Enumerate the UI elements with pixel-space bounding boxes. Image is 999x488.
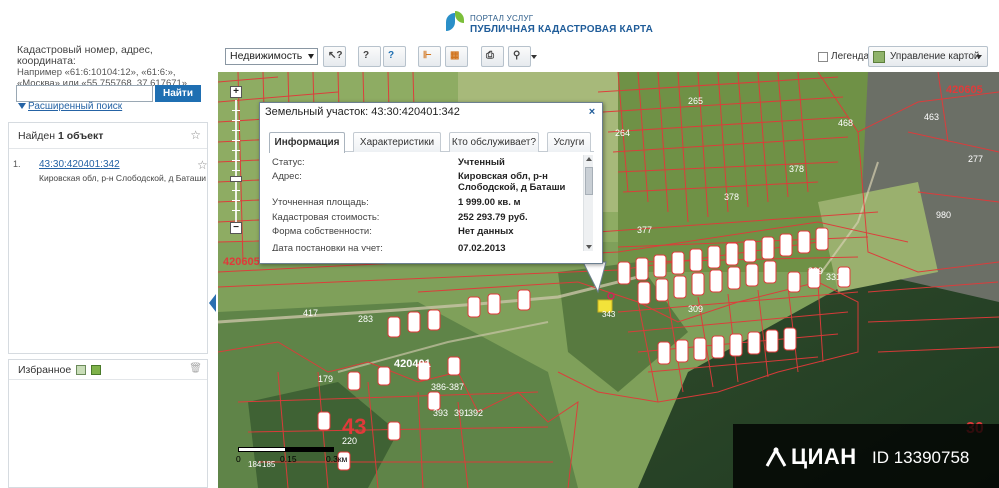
- cian-logo-icon: [765, 446, 787, 467]
- ruler-icon: ⊩: [423, 50, 432, 61]
- advanced-search-link[interactable]: Расширенный поиск: [18, 101, 122, 112]
- collapse-panel-icon[interactable]: [209, 294, 216, 312]
- favorites-label: Избранное: [18, 364, 72, 376]
- parcel-number: 393: [433, 408, 449, 418]
- popup-body: Статус: Учтенный Адрес: Кировская обл, р-н…: [272, 157, 566, 251]
- cursor-question-icon: ↖?: [328, 50, 343, 61]
- parcel-info-popup: Земельный участок: 43:30:420401:342 × Ин…: [259, 102, 603, 264]
- area-icon: ▦: [450, 50, 460, 61]
- favorites-export-icon[interactable]: [91, 365, 102, 376]
- popup-tabs: Информация Характеристики Кто обслуживае…: [269, 132, 594, 153]
- popup-scrollbar[interactable]: [583, 155, 593, 251]
- area-tool-button[interactable]: ▦: [445, 46, 468, 67]
- tab-information[interactable]: Информация: [269, 132, 345, 153]
- favorites-add-icon[interactable]: [76, 365, 87, 376]
- parcel-number: 309: [688, 304, 704, 314]
- legend-label: Легенда: [831, 51, 870, 62]
- result-number: 1.: [13, 159, 21, 169]
- tab-services[interactable]: Услуги: [547, 132, 591, 152]
- tab-characteristics[interactable]: Характеристики: [353, 132, 441, 152]
- result-cadastral-link[interactable]: 43:30:420401:342: [39, 159, 120, 170]
- favorites-header: Избранное 🗑: [9, 360, 207, 380]
- watermark-id: ID 13390758: [872, 448, 970, 467]
- parcel-number: 378: [724, 192, 740, 202]
- zoom-in-button[interactable]: +: [230, 86, 242, 98]
- parcel-number: 343: [602, 310, 616, 319]
- parcel-number: 264: [615, 128, 631, 138]
- help-icon: ?: [388, 50, 395, 61]
- parcel-number: 980: [936, 210, 952, 220]
- zoom-track[interactable]: [235, 100, 237, 222]
- quarter-label: 420605: [223, 256, 260, 268]
- favorites-panel: Избранное 🗑: [8, 359, 208, 488]
- realty-type-select[interactable]: Недвижимость: [225, 48, 318, 65]
- search-hint: Кадастровый номер, адрес, координата: На…: [17, 44, 213, 90]
- link-button[interactable]: ⚲: [508, 46, 537, 67]
- legend-checkbox[interactable]: [818, 52, 828, 62]
- parcel-number: 391: [454, 408, 470, 418]
- search-hint-example1: Например «61:6:10104:12», «61:6:»,: [17, 67, 176, 78]
- zoom-out-button[interactable]: −: [230, 222, 242, 234]
- zoom-slider-handle[interactable]: [230, 176, 242, 182]
- parcel-number: 378: [789, 164, 805, 174]
- cian-watermark: ЦИАН ID 13390758: [733, 424, 999, 488]
- parcel-number: 331: [826, 272, 842, 282]
- star-icon[interactable]: ☆: [190, 128, 201, 142]
- quarter-label: 420605: [946, 84, 983, 96]
- search-hint-title: Кадастровый номер, адрес, координата:: [17, 44, 153, 67]
- parcel-number: 277: [968, 154, 984, 164]
- parcel-number: 179: [318, 374, 334, 384]
- search-input[interactable]: [16, 85, 153, 102]
- scale-label: 0: [236, 454, 241, 464]
- popup-title: Земельный участок: 43:30:420401:342: [265, 106, 460, 118]
- map-toolbar: Недвижимость ↖? ? ? ⊩ ▦ ⎙ ⚲ Легенда Упра…: [218, 42, 999, 72]
- printer-icon: ⎙: [486, 50, 494, 61]
- logo-title-line1: ПОРТАЛ УСЛУГ: [470, 14, 534, 23]
- star-icon[interactable]: ☆: [197, 158, 208, 172]
- scroll-up-icon[interactable]: [586, 157, 592, 161]
- portal-logo-icon[interactable]: [444, 9, 466, 35]
- results-panel: Найден 1 объект ☆ 1. 43:30:420401:342 ☆ …: [8, 122, 208, 354]
- identify-tool-button[interactable]: ↖?: [323, 46, 346, 67]
- left-panel: Кадастровый номер, адрес, координата: На…: [0, 42, 216, 488]
- print-button[interactable]: ⎙: [481, 46, 504, 67]
- parcel-number: 463: [924, 112, 940, 122]
- parcel-number: 283: [358, 314, 374, 324]
- header: ПОРТАЛ УСЛУГ ПУБЛИЧНАЯ КАДАСТРОВАЯ КАРТА: [0, 0, 999, 42]
- help-tool-button[interactable]: ?: [383, 46, 406, 67]
- measure-tool-button[interactable]: ⊩: [418, 46, 441, 67]
- question-icon: ?: [363, 50, 370, 61]
- info-tool-button[interactable]: ?: [358, 46, 381, 67]
- scroll-down-icon[interactable]: [586, 245, 592, 249]
- map-layers-icon: [873, 51, 885, 63]
- tab-who-serves[interactable]: Кто обслуживает?: [449, 132, 539, 152]
- parcel-number: 386-387: [431, 382, 465, 392]
- result-address: Кировская обл, р-н Слободской, д Баташи: [39, 173, 207, 183]
- quarter-label: 420401: [394, 358, 431, 370]
- logo-title-line2: ПУБЛИЧНАЯ КАДАСТРОВАЯ КАРТА: [470, 24, 654, 35]
- triangle-down-icon: [18, 103, 26, 110]
- trash-icon[interactable]: 🗑: [189, 363, 202, 374]
- chevron-down-icon: [531, 55, 537, 59]
- link-icon: ⚲: [513, 50, 521, 61]
- scale-label: 0.15: [280, 454, 297, 464]
- parcel-number: 265: [688, 96, 704, 106]
- zoom-control[interactable]: + −: [230, 86, 242, 236]
- parcel-number: 468: [838, 118, 854, 128]
- parcel-number: 309: [808, 266, 824, 276]
- results-count: 1 объект: [57, 130, 104, 142]
- parcel-number: 392: [468, 408, 484, 418]
- scale-bar: 0 0.15 0.3км: [236, 445, 368, 475]
- parcel-number: 377: [637, 225, 653, 235]
- close-icon[interactable]: ×: [586, 107, 598, 119]
- scroll-thumb[interactable]: [585, 167, 593, 195]
- find-button[interactable]: Найти: [155, 85, 201, 102]
- scale-label: 0.3км: [326, 454, 348, 464]
- app-root: ПОРТАЛ УСЛУГ ПУБЛИЧНАЯ КАДАСТРОВАЯ КАРТА…: [0, 0, 999, 488]
- map-control-dropdown[interactable]: Управление картой: [868, 46, 988, 67]
- parcel-number: 417: [303, 308, 319, 318]
- chevron-down-icon: [976, 55, 982, 59]
- watermark-brand: ЦИАН: [791, 444, 857, 469]
- results-header: Найден 1 объект ☆: [9, 123, 207, 149]
